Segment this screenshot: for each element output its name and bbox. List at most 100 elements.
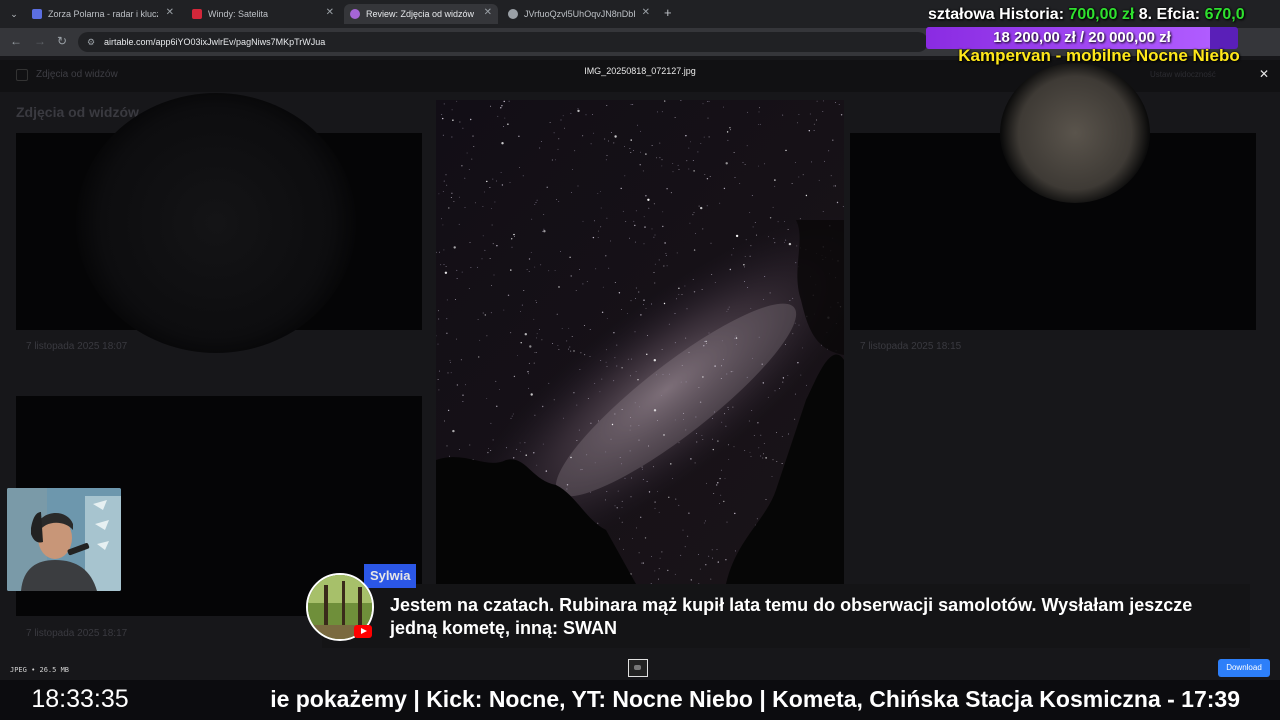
star (662, 374, 664, 375)
star (756, 234, 758, 236)
close-tab-icon[interactable]: ✕ (166, 7, 174, 18)
star (581, 469, 583, 471)
star (570, 350, 572, 352)
tab-favicon-icon (32, 9, 42, 19)
thumbnail-selected[interactable] (628, 659, 648, 677)
star (604, 138, 606, 140)
forward-arrow-icon[interactable]: → (34, 34, 46, 48)
gallery-tile[interactable] (16, 93, 422, 353)
url-input[interactable]: ⚙ airtable.com/app6iYO03ixJwlrEv/pagNiws… (78, 32, 928, 52)
star (661, 165, 663, 167)
star (478, 356, 480, 358)
star (739, 183, 741, 185)
star (653, 203, 655, 205)
star (749, 451, 751, 453)
star (714, 365, 716, 367)
star (442, 117, 444, 120)
star (614, 357, 616, 359)
star (602, 286, 604, 288)
new-tab-button[interactable]: + (664, 5, 672, 20)
star (787, 433, 789, 435)
star (683, 412, 685, 414)
star (645, 153, 647, 155)
file-meta: JPEG • 26.5 MB (10, 666, 70, 674)
star (838, 103, 840, 105)
star (498, 389, 500, 390)
star (659, 157, 661, 159)
star (727, 139, 729, 141)
star (556, 198, 558, 200)
star (661, 551, 663, 553)
star (491, 285, 492, 286)
star (530, 393, 533, 396)
star (797, 362, 799, 364)
star (535, 299, 537, 301)
star (799, 218, 801, 220)
star (763, 442, 765, 444)
close-tab-icon[interactable]: ✕ (484, 7, 492, 18)
star (720, 377, 722, 379)
star (696, 441, 698, 443)
star (721, 340, 723, 342)
star (577, 185, 579, 187)
star (735, 343, 737, 345)
star (744, 449, 746, 451)
tab-windy[interactable]: Windy: Satelita ✕ (188, 4, 340, 24)
star (569, 256, 571, 258)
site-info-icon[interactable]: ⚙ (87, 32, 95, 52)
tab-search-button[interactable]: ⌄ (6, 6, 22, 22)
goal-ticker: ształowa Historia: 700,00 zł 8. Efcia: 6… (928, 6, 1280, 28)
star (630, 300, 632, 302)
star (685, 429, 687, 431)
star (643, 299, 645, 301)
star (525, 454, 527, 456)
image-filename: IMG_20250818_072127.jpg (584, 66, 696, 76)
back-arrow-icon[interactable]: ← (10, 34, 22, 48)
star (769, 217, 772, 219)
star (674, 419, 676, 421)
star (670, 192, 672, 194)
star (634, 402, 636, 404)
goal-label: ształowa Historia: (928, 6, 1065, 23)
star (474, 202, 476, 204)
close-icon[interactable]: ✕ (1256, 66, 1272, 82)
star (763, 299, 764, 300)
close-tab-icon[interactable]: ✕ (326, 7, 334, 18)
star (638, 439, 640, 441)
star (627, 358, 629, 360)
star (685, 381, 687, 383)
tab-review[interactable]: Review: Zdjęcia od widzów - Ai ✕ (344, 4, 498, 24)
star (697, 151, 699, 153)
star (662, 225, 664, 228)
reload-icon[interactable]: ↻ (57, 34, 67, 48)
star (698, 205, 700, 207)
tab-jvrfuo[interactable]: JVrfuoQzvl5UhOqvJN8nDbIY-V ✕ (504, 4, 656, 24)
star (527, 371, 529, 373)
star (682, 529, 684, 531)
star (508, 100, 510, 102)
star (522, 175, 524, 177)
star (796, 245, 798, 247)
star (631, 358, 633, 360)
star (792, 333, 794, 335)
tab-title: JVrfuoQzvl5UhOqvJN8nDbIY-V (524, 9, 636, 19)
gallery-tile[interactable] (850, 63, 1256, 330)
star (624, 146, 625, 148)
star (560, 119, 562, 121)
close-tab-icon[interactable]: ✕ (642, 7, 650, 18)
star (438, 370, 440, 372)
star (452, 429, 455, 433)
star (587, 397, 589, 399)
star (501, 184, 504, 186)
star (654, 507, 656, 509)
star (488, 447, 490, 449)
star (616, 365, 618, 367)
star (437, 310, 439, 312)
star (749, 255, 751, 257)
download-button[interactable]: Download (1218, 659, 1270, 677)
star (610, 240, 611, 242)
star (648, 491, 651, 493)
star (695, 416, 697, 418)
tab-zorza[interactable]: Zorza Polarna - radar i kluczowe ✕ (28, 4, 180, 24)
star (680, 381, 682, 383)
